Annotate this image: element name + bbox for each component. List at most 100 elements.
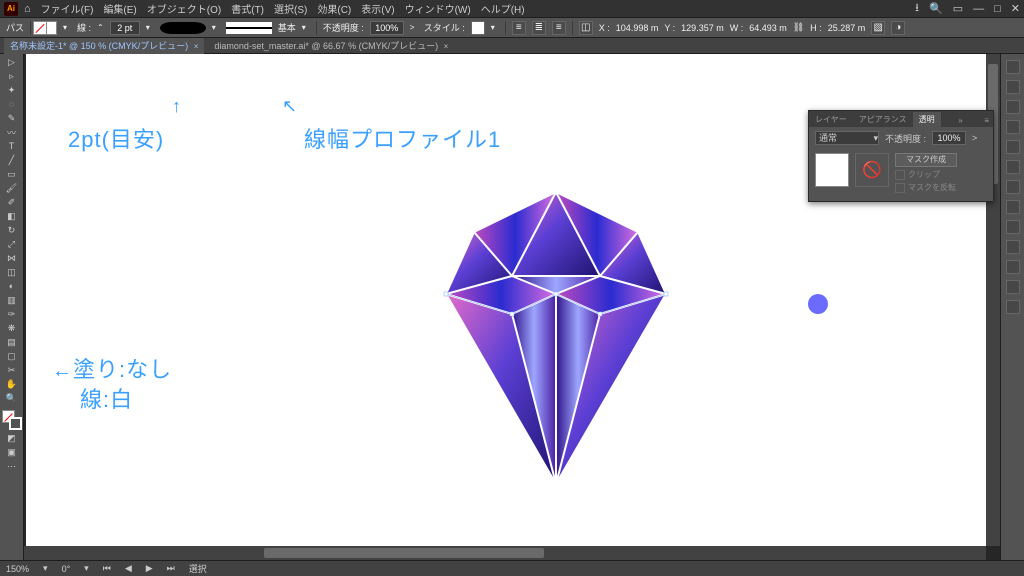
toolbox-color-mode[interactable]: ◩ [7,433,17,443]
tool-direct-selection[interactable]: ▹ [7,71,17,81]
menu-type[interactable]: 書式(T) [231,1,264,16]
window-max-icon[interactable]: □ [994,3,1001,15]
zoom-level[interactable]: 150% [6,564,29,574]
transform-icon[interactable]: ◫ [579,21,593,35]
tool-zoom[interactable]: 🔍 [7,393,17,403]
tool-slice[interactable]: ✂ [7,365,17,375]
clip-checkbox[interactable]: クリップ [895,169,957,180]
rotate-view[interactable]: 0° [62,564,71,574]
panel-icon-stroke[interactable] [1006,180,1020,194]
home-icon[interactable]: ⌂ [24,3,31,15]
panel-opacity-flyout-icon[interactable]: > [972,133,977,143]
transparency-panel[interactable]: レイヤー アピアランス 透明 » ≡ 通常 ▾ 不透明度 : 100% > 🚫 … [808,110,994,202]
opacity-dropdown-icon[interactable]: > [410,23,418,32]
panel-icon-symbols[interactable] [1006,160,1020,174]
menu-edit[interactable]: 編集(E) [103,1,136,16]
tool-symbol[interactable]: ❋ [7,323,17,333]
tool-eraser[interactable]: ◧ [7,211,17,221]
coord-y-value[interactable]: 129.357 m [681,23,724,33]
doc-tab-2[interactable]: diamond-set_master.ai* @ 66.67 % (CMYK/プ… [208,38,454,54]
tool-line[interactable]: ╱ [7,155,17,165]
stroke-weight-dropdown-icon[interactable]: ▾ [146,23,154,32]
tool-rotate[interactable]: ↻ [7,225,17,235]
brush-dropdown-icon[interactable]: ▾ [212,23,220,32]
menu-effect[interactable]: 効果(C) [317,1,351,16]
fill-swatch[interactable] [33,21,47,35]
panel-opacity-input[interactable]: 100% [932,131,966,145]
panel-icon-asset[interactable] [1006,280,1020,294]
tool-selection[interactable]: ▷ [7,57,17,67]
make-mask-button[interactable]: マスク作成 [895,153,957,167]
swatch-dropdown-icon[interactable]: ▾ [63,23,71,32]
tool-paintbrush[interactable]: 🖌 [7,183,17,193]
panel-icon-layers[interactable] [1006,260,1020,274]
doc-tab-1-close-icon[interactable]: × [194,42,199,51]
panel-icon-artboards[interactable] [1006,300,1020,314]
menu-file[interactable]: ファイル(F) [41,1,94,16]
menu-view[interactable]: 表示(V) [361,1,394,16]
tool-free-transform[interactable]: ◫ [7,267,17,277]
window-close-icon[interactable]: ✕ [1011,2,1020,15]
panel-menu-icon[interactable]: ≡ [980,114,993,127]
rotate-dropdown-icon[interactable]: ▾ [84,563,89,574]
isolate-icon[interactable]: ◑ [891,21,905,35]
opacity-mask-thumbnail[interactable]: 🚫 [855,153,889,187]
panel-tab-appearance[interactable]: アピアランス [853,112,913,127]
zoom-dropdown-icon[interactable]: ▾ [43,563,48,574]
stroke-weight-input[interactable]: 2 pt [110,21,140,35]
tool-curvature[interactable]: 〰 [7,127,17,137]
panel-icon-color[interactable] [1006,100,1020,114]
coord-x-value[interactable]: 104.998 m [616,23,659,33]
menu-select[interactable]: 選択(S) [274,1,307,16]
stray-circle-object[interactable] [808,294,828,314]
opacity-thumbnail[interactable] [815,153,849,187]
arrange-icon[interactable]: ▭ [953,2,963,15]
align-button-2[interactable]: ≣ [532,21,546,35]
tool-shape-builder[interactable]: ◐ [7,281,17,291]
horizontal-scroll-thumb[interactable] [264,548,544,558]
horizontal-scrollbar[interactable] [24,546,986,560]
align-button-1[interactable]: ≡ [512,21,526,35]
artboard-nav-first-icon[interactable]: ⏮ [103,563,111,574]
panel-icon-libraries[interactable] [1006,80,1020,94]
tool-width[interactable]: ⋈ [7,253,17,263]
doc-tab-1[interactable]: 名称未設定-1* @ 150 % (CMYK/プレビュー) × [4,38,204,54]
shape-prop-icon[interactable]: ▧ [871,21,885,35]
doc-tab-2-close-icon[interactable]: × [444,42,449,51]
graphic-style-swatch[interactable] [471,21,485,35]
panel-icon-appearance[interactable] [1006,240,1020,254]
opacity-input[interactable]: 100% [370,21,404,35]
fill-stroke-swatch[interactable] [37,21,57,35]
panel-icon-brushes[interactable] [1006,140,1020,154]
menu-object[interactable]: オブジェクト(O) [147,1,221,16]
tool-shaper[interactable]: ✐ [7,197,17,207]
tool-hand[interactable]: ✋ [7,379,17,389]
blend-mode-select[interactable]: 通常 ▾ [815,131,879,145]
coord-w-value[interactable]: 64.493 m [749,23,787,33]
width-profile-preview[interactable] [226,22,272,34]
artboard-nav-prev-icon[interactable]: ◀ [125,563,132,574]
toolbox-stroke-swatch[interactable] [9,417,22,430]
tool-gradient[interactable]: ▥ [7,295,17,305]
artboard-nav-next-icon[interactable]: ▶ [146,563,153,574]
diamond-artwork[interactable] [416,184,696,494]
tool-scale[interactable]: ⤢ [7,239,17,249]
panel-tab-transparency[interactable]: 透明 [913,112,941,127]
window-min-icon[interactable]: — [973,3,984,15]
tool-artboard[interactable]: ▢ [7,351,17,361]
tool-lasso[interactable]: ◌ [7,99,17,109]
brush-preview[interactable] [160,22,206,34]
style-dropdown-icon[interactable]: ▾ [491,23,499,32]
panel-tab-layer[interactable]: レイヤー [809,112,853,127]
tool-magic-wand[interactable]: ✦ [7,85,17,95]
panel-icon-gradient[interactable] [1006,200,1020,214]
panel-icon-properties[interactable] [1006,60,1020,74]
tool-pen[interactable]: ✎ [7,113,17,123]
panel-icon-swatches[interactable] [1006,120,1020,134]
align-button-3[interactable]: ≡ [552,21,566,35]
tool-eyedropper[interactable]: ✑ [7,309,17,319]
coord-h-value[interactable]: 25.287 m [828,23,866,33]
toolbox-edit[interactable]: ⋯ [7,461,17,471]
invert-checkbox[interactable]: マスクを反転 [895,182,957,193]
artboard-nav-last-icon[interactable]: ⏭ [167,563,175,574]
